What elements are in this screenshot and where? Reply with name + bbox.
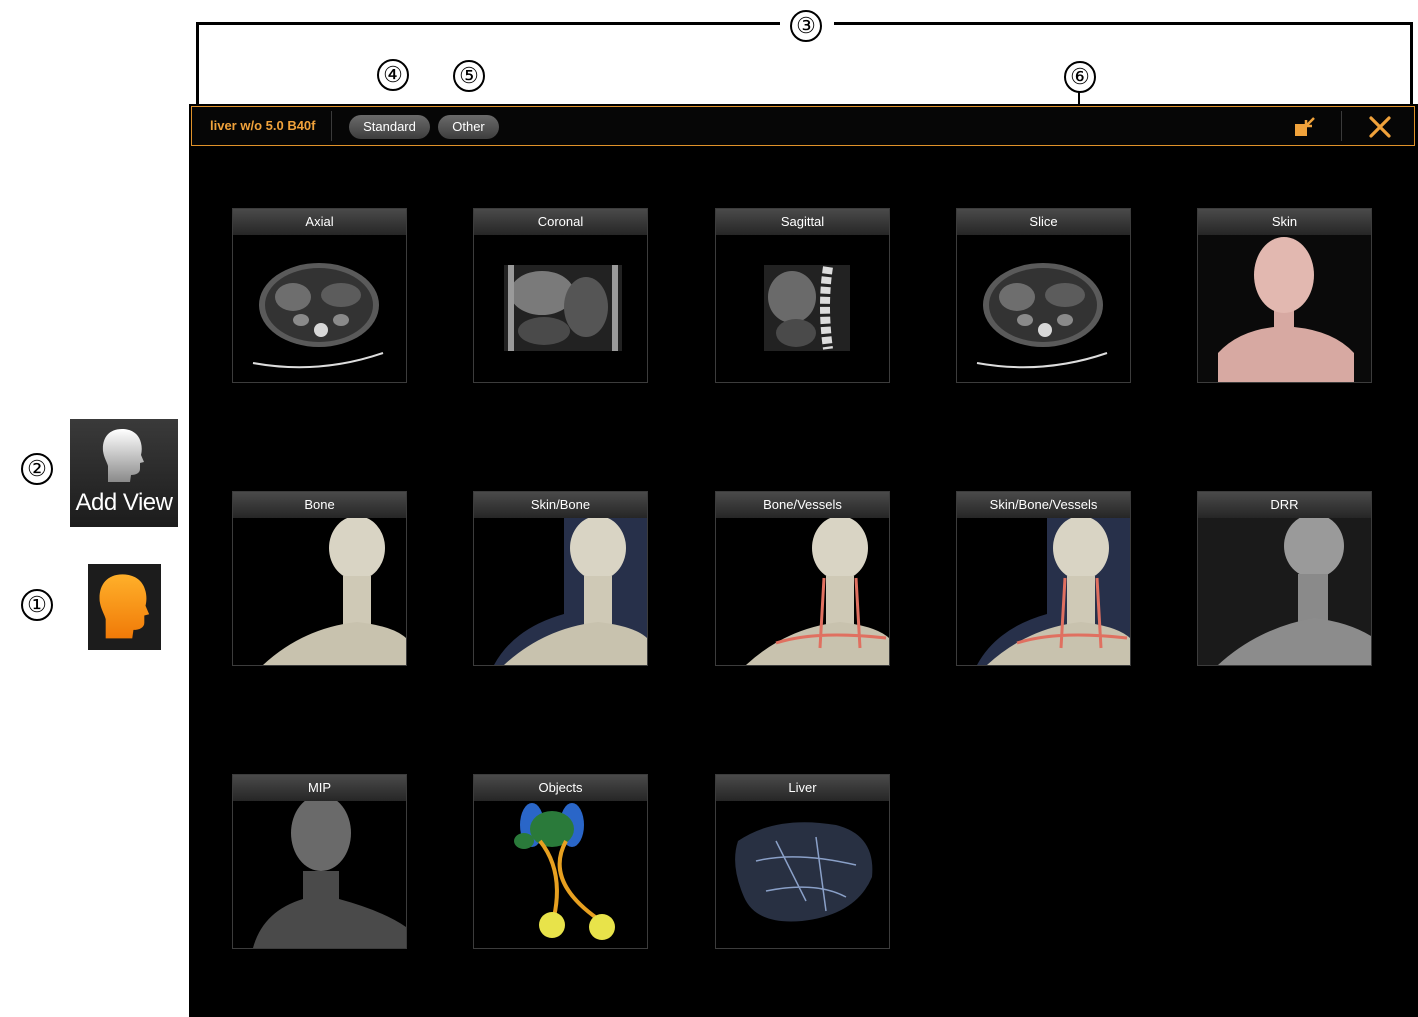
tab-standard[interactable]: Standard [349,115,430,139]
view-tile-skin-bone[interactable]: Skin/Bone [473,491,648,666]
drr-thumbnail-icon [1198,518,1371,665]
view-tile-label: Coronal [474,209,647,235]
view-tile-label: Skin/Bone/Vessels [957,492,1130,518]
slice-ct-thumbnail-icon [957,235,1130,382]
callout-1: ① [21,589,53,621]
view-tile-skin-bone-vessels[interactable]: Skin/Bone/Vessels [956,491,1131,666]
toolbar-divider [1341,111,1342,141]
view-tile-mip[interactable]: MIP [232,774,407,949]
bone-render-thumbnail-icon [233,518,406,665]
callout-2: ② [21,453,53,485]
view-tile-label: Objects [474,775,647,801]
bone-vessels-render-thumbnail-icon [716,518,889,665]
callout-bracket-top-left [196,22,780,25]
callout-6: ⑥ [1064,61,1096,93]
screenshot-stage: ① ② ③ ④ ⑤ ⑥ Add View liver w/o 5.0 B40f … [0,0,1418,1017]
view-tile-axial[interactable]: Axial [232,208,407,383]
views-toolbar: liver w/o 5.0 B40f Standard Other [191,106,1415,146]
view-tile-bone-vessels[interactable]: Bone/Vessels [715,491,890,666]
skin-bone-render-thumbnail-icon [474,518,647,665]
add-view-button[interactable]: Add View [70,419,178,527]
mip-thumbnail-icon [233,801,406,948]
add-view-label: Add View [75,489,173,516]
objects-render-thumbnail-icon [474,801,647,948]
view-tile-label: Bone [233,492,406,518]
tab-other[interactable]: Other [438,115,499,139]
skin-bone-vessels-render-thumbnail-icon [957,518,1130,665]
view-tile-drr[interactable]: DRR [1197,491,1372,666]
view-tile-slice[interactable]: Slice [956,208,1131,383]
sagittal-ct-thumbnail-icon [716,235,889,382]
view-tile-label: Skin/Bone [474,492,647,518]
axial-ct-thumbnail-icon [233,235,406,382]
undock-icon[interactable] [1293,116,1317,138]
view-tile-liver[interactable]: Liver [715,774,890,949]
view-tile-label: Skin [1198,209,1371,235]
views-panel-toggle-button[interactable] [88,564,161,650]
callout-4: ④ [377,59,409,91]
views-window: liver w/o 5.0 B40f Standard Other Axial [189,104,1418,1017]
skin-render-thumbnail-icon [1198,235,1371,382]
view-tile-label: MIP [233,775,406,801]
head-silhouette-icon [99,574,150,639]
view-tile-label: Liver [716,775,889,801]
view-tile-label: Sagittal [716,209,889,235]
view-tile-sagittal[interactable]: Sagittal [715,208,890,383]
view-tile-label: Slice [957,209,1130,235]
liver-render-thumbnail-icon [716,801,889,948]
head-silhouette-icon [102,429,144,482]
close-icon[interactable] [1367,114,1393,140]
callout-3: ③ [790,10,822,42]
dataset-title: liver w/o 5.0 B40f [210,118,316,133]
view-tile-label: Axial [233,209,406,235]
coronal-ct-thumbnail-icon [474,235,647,382]
view-tile-coronal[interactable]: Coronal [473,208,648,383]
view-tile-skin[interactable]: Skin [1197,208,1372,383]
callout-bracket-top-right [834,22,1413,25]
view-tile-label: Bone/Vessels [716,492,889,518]
callout-5: ⑤ [453,60,485,92]
view-tile-objects[interactable]: Objects [473,774,648,949]
view-tile-bone[interactable]: Bone [232,491,407,666]
view-tile-label: DRR [1198,492,1371,518]
toolbar-divider [331,111,332,141]
